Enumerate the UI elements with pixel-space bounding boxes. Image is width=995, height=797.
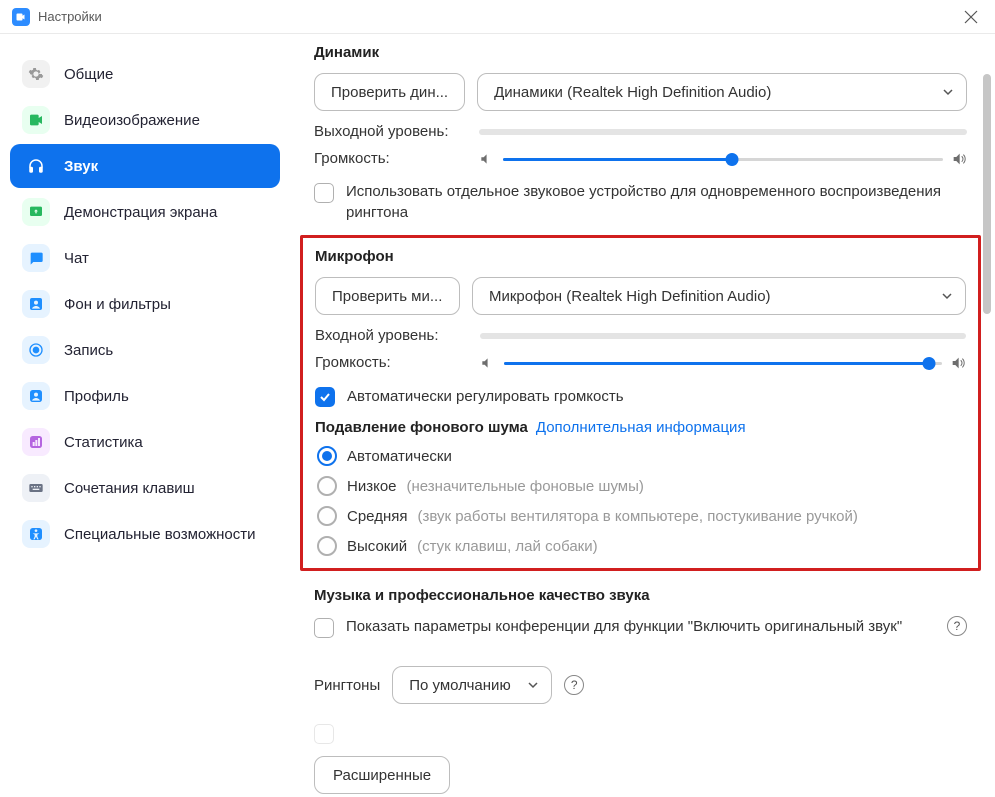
window-title: Настройки	[38, 9, 102, 24]
auto-adjust-volume-label: Автоматически регулировать громкость	[347, 386, 624, 407]
sidebar-item-shortcuts[interactable]: Сочетания клавиш	[10, 466, 280, 510]
keyboard-icon	[22, 474, 50, 502]
ringtone-value: По умолчанию	[409, 677, 510, 694]
gear-icon	[22, 60, 50, 88]
separate-ringtone-device-checkbox[interactable]	[314, 183, 334, 203]
output-level-label: Выходной уровень:	[314, 123, 479, 140]
video-icon	[22, 106, 50, 134]
ringtone-select[interactable]: По умолчанию	[392, 666, 552, 704]
profile-icon	[22, 382, 50, 410]
partial-checkbox[interactable]	[314, 724, 334, 744]
volume-high-icon	[950, 355, 966, 371]
volume-low-icon	[480, 356, 496, 370]
sidebar-label: Фон и фильтры	[64, 296, 171, 313]
noise-suppression-title: Подавление фонового шума	[315, 419, 528, 436]
noise-high-hint: (стук клавиш, лай собаки)	[417, 538, 597, 555]
sidebar-label: Сочетания клавиш	[64, 480, 195, 497]
sidebar-label: Статистика	[64, 434, 143, 451]
speaker-device-select[interactable]: Динамики (Realtek High Definition Audio)	[477, 73, 967, 111]
sidebar-item-audio[interactable]: Звук	[10, 144, 280, 188]
sidebar-item-recording[interactable]: Запись	[10, 328, 280, 372]
sidebar-label: Специальные возможности	[64, 526, 256, 543]
chevron-down-icon	[941, 290, 953, 302]
noise-high-label: Высокий	[347, 538, 407, 555]
headphones-icon	[22, 152, 50, 180]
help-icon[interactable]: ?	[564, 675, 584, 695]
speaker-volume-slider[interactable]	[503, 151, 943, 167]
scrollbar-thumb[interactable]	[983, 74, 991, 314]
test-speaker-button[interactable]: Проверить дин...	[314, 73, 465, 111]
advanced-button[interactable]: Расширенные	[314, 756, 450, 794]
chat-icon	[22, 244, 50, 272]
speaker-volume-label: Громкость:	[314, 150, 479, 167]
sidebar-item-general[interactable]: Общие	[10, 52, 280, 96]
background-icon	[22, 290, 50, 318]
microphone-volume-slider[interactable]	[504, 355, 942, 371]
sidebar-item-background[interactable]: Фон и фильтры	[10, 282, 280, 326]
microphone-device-select[interactable]: Микрофон (Realtek High Definition Audio)	[472, 277, 966, 315]
speaker-device-value: Динамики (Realtek High Definition Audio)	[494, 84, 771, 101]
ringtone-label: Рингтоны	[314, 677, 380, 694]
sidebar-label: Общие	[64, 66, 113, 83]
separate-ringtone-device-label: Использовать отдельное звуковое устройст…	[346, 181, 967, 223]
noise-low-hint: (незначительные фоновые шумы)	[407, 478, 644, 495]
titlebar: Настройки	[0, 0, 995, 34]
record-icon	[22, 336, 50, 364]
original-sound-label: Показать параметры конференции для функц…	[346, 616, 935, 637]
statistics-icon	[22, 428, 50, 456]
help-icon[interactable]: ?	[947, 616, 967, 636]
auto-adjust-volume-checkbox[interactable]	[315, 387, 335, 407]
input-level-label: Входной уровень:	[315, 327, 480, 344]
microphone-device-value: Микрофон (Realtek High Definition Audio)	[489, 288, 771, 305]
output-level-meter	[479, 129, 967, 135]
sidebar-item-video[interactable]: Видеоизображение	[10, 98, 280, 142]
sidebar-item-profile[interactable]: Профиль	[10, 374, 280, 418]
noise-high-radio[interactable]	[317, 536, 337, 556]
microphone-highlight-region: Микрофон Проверить ми... Микрофон (Realt…	[300, 235, 981, 571]
noise-suppression-more-info-link[interactable]: Дополнительная информация	[536, 419, 746, 436]
original-sound-checkbox[interactable]	[314, 618, 334, 638]
noise-medium-label: Средняя	[347, 508, 407, 525]
chevron-down-icon	[942, 86, 954, 98]
noise-auto-label: Автоматически	[347, 448, 452, 465]
volume-high-icon	[951, 151, 967, 167]
noise-medium-radio[interactable]	[317, 506, 337, 526]
sidebar-label: Чат	[64, 250, 89, 267]
sidebar-item-share[interactable]: Демонстрация экрана	[10, 190, 280, 234]
noise-medium-hint: (звук работы вентилятора в компьютере, п…	[417, 508, 857, 525]
test-microphone-button[interactable]: Проверить ми...	[315, 277, 460, 315]
music-section-title: Музыка и профессиональное качество звука	[314, 587, 967, 604]
sidebar-label: Звук	[64, 158, 98, 175]
microphone-volume-label: Громкость:	[315, 354, 480, 371]
content-pane: Динамик Проверить дин... Динамики (Realt…	[290, 34, 995, 797]
accessibility-icon	[22, 520, 50, 548]
noise-auto-radio[interactable]	[317, 446, 337, 466]
sidebar-item-chat[interactable]: Чат	[10, 236, 280, 280]
sidebar-item-statistics[interactable]: Статистика	[10, 420, 280, 464]
close-button[interactable]	[959, 5, 983, 29]
microphone-section-title: Микрофон	[315, 248, 966, 265]
sidebar-label: Демонстрация экрана	[64, 204, 217, 221]
sidebar-item-accessibility[interactable]: Специальные возможности	[10, 512, 280, 556]
sidebar-label: Видеоизображение	[64, 112, 200, 129]
speaker-section-title: Динамик	[314, 44, 967, 61]
zoom-app-icon	[12, 8, 30, 26]
sidebar-label: Запись	[64, 342, 113, 359]
noise-low-radio[interactable]	[317, 476, 337, 496]
sidebar: Общие Видеоизображение Звук Демонстрация…	[0, 34, 290, 797]
volume-low-icon	[479, 152, 495, 166]
input-level-meter	[480, 333, 966, 339]
sidebar-label: Профиль	[64, 388, 129, 405]
noise-low-label: Низкое	[347, 478, 397, 495]
share-screen-icon	[22, 198, 50, 226]
chevron-down-icon	[527, 679, 539, 691]
